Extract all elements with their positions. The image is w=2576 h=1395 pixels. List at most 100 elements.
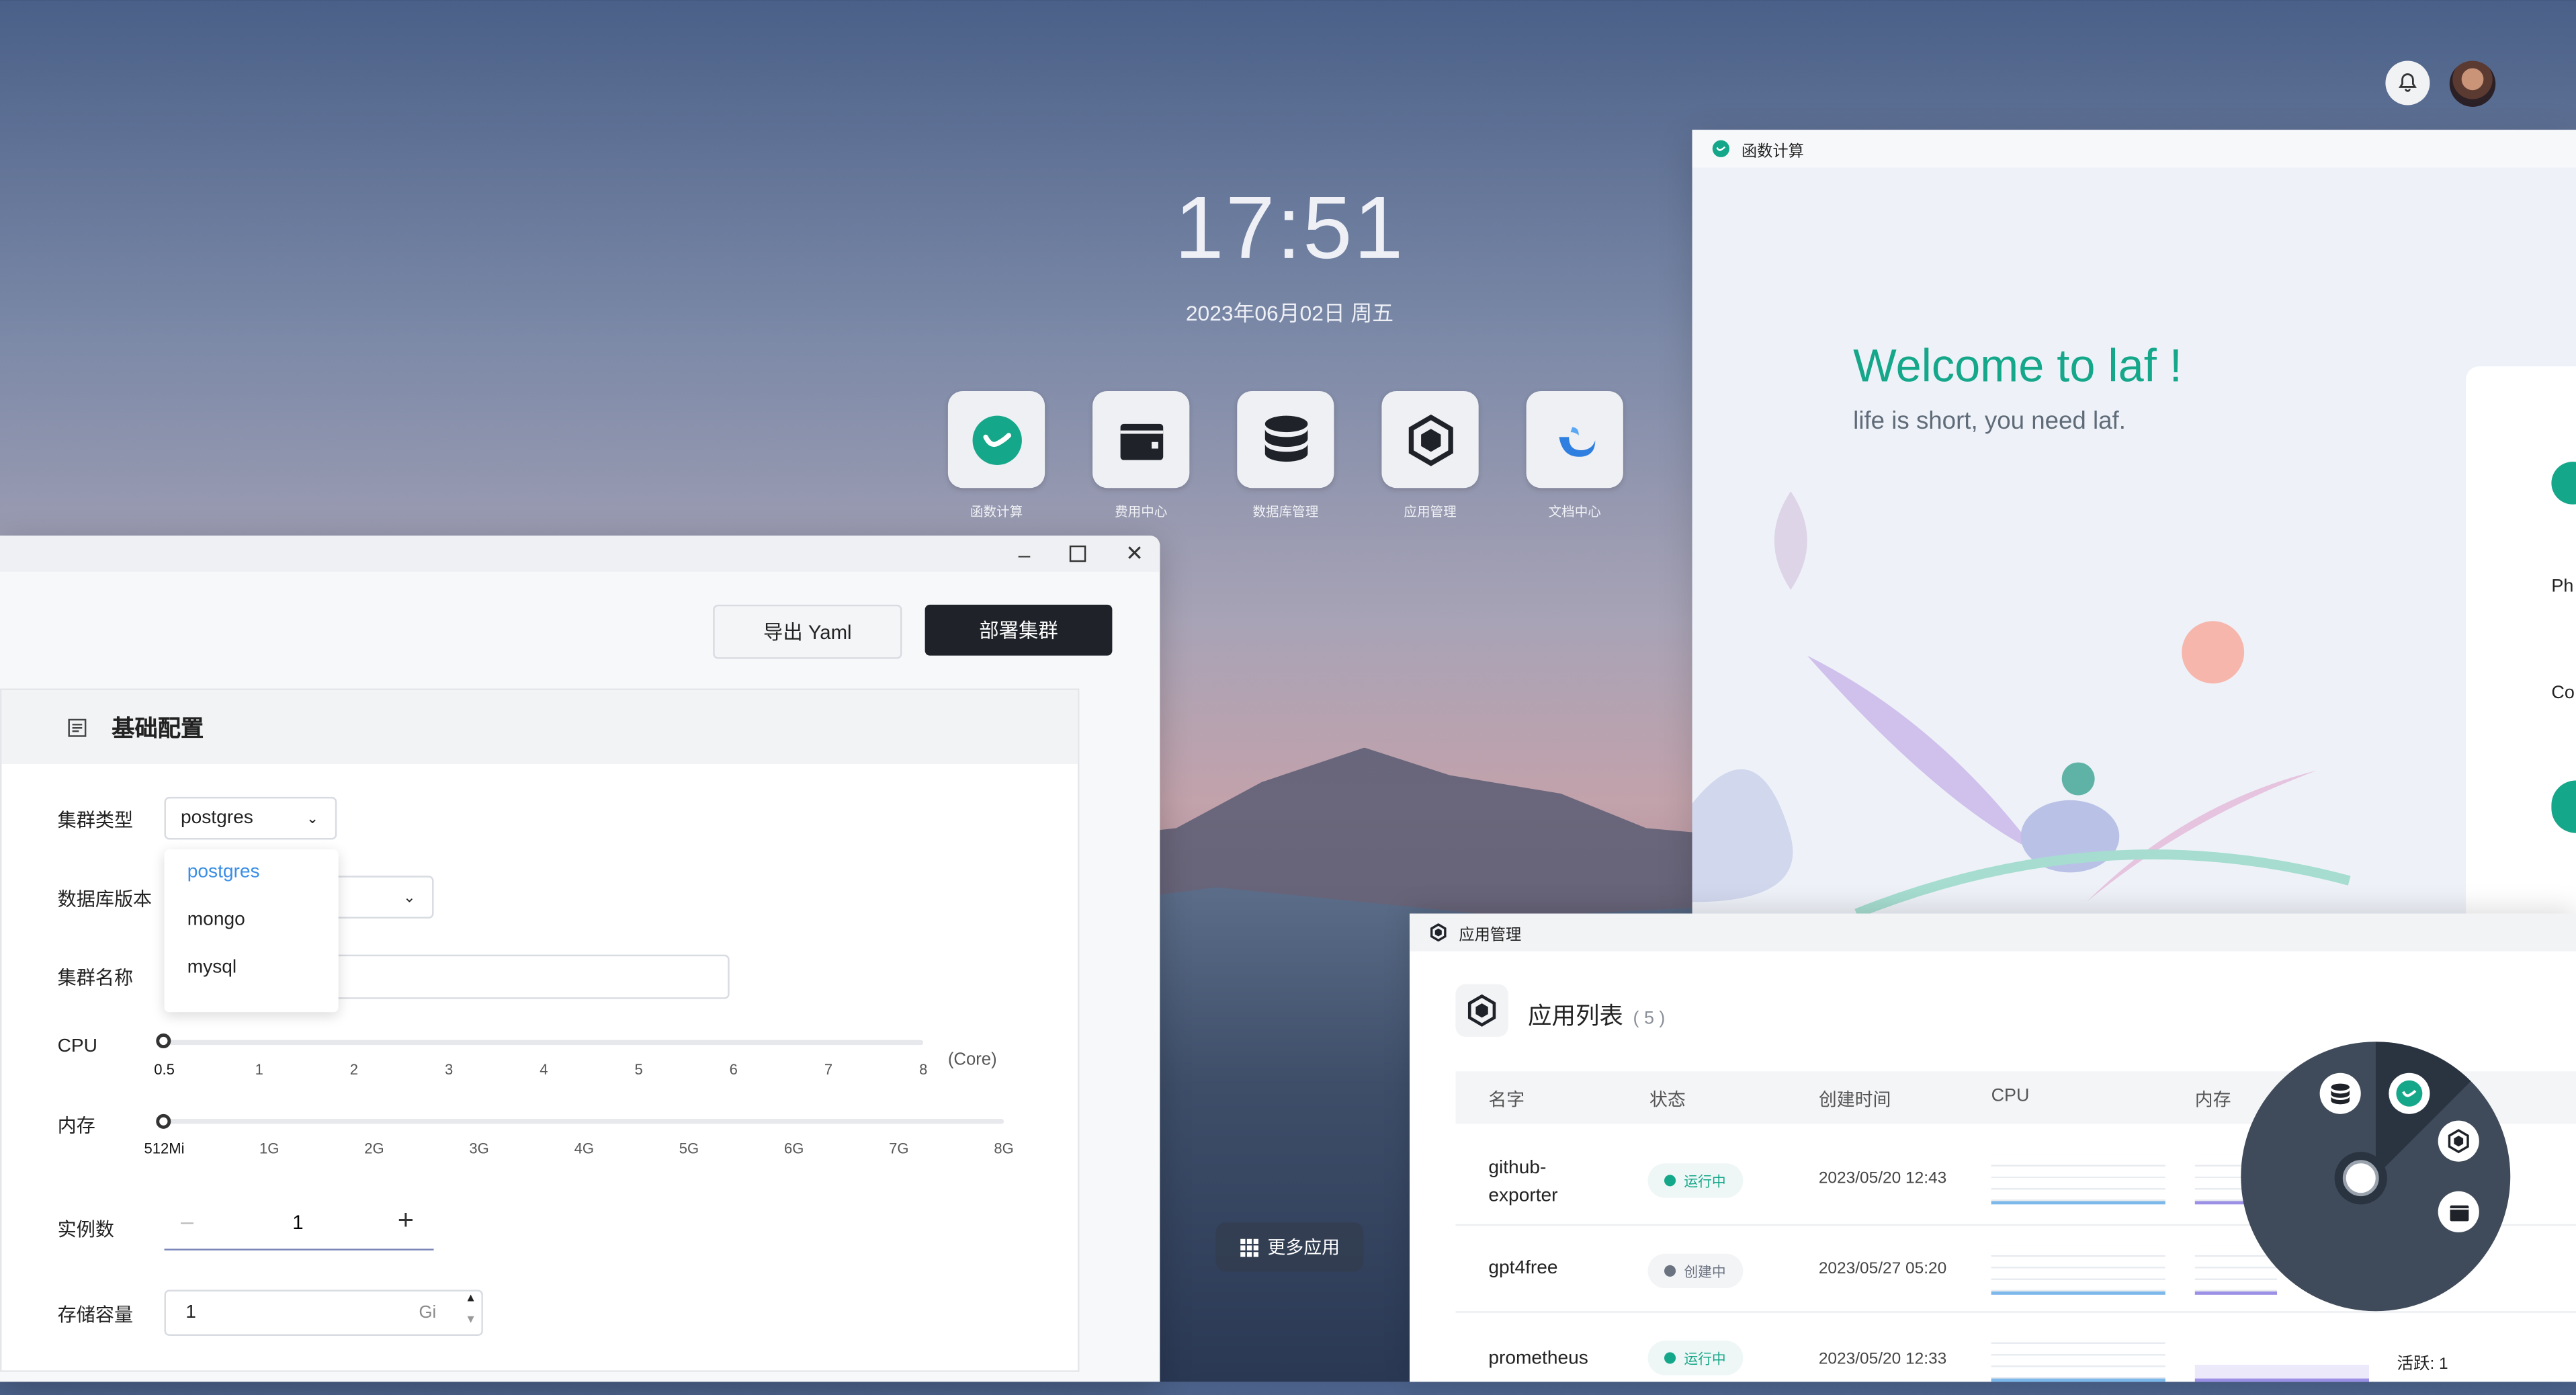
memory-slider-track[interactable] [164, 1119, 1004, 1124]
cluster-type-select[interactable]: postgres ⌄ [164, 796, 337, 840]
laf-card-button[interactable] [2551, 780, 2576, 833]
dock-app-laf[interactable]: 函数计算 [947, 390, 1045, 521]
laf-window-title: 函数计算 [1741, 142, 1804, 161]
laf-card-text: Ph [2551, 577, 2574, 597]
slider-tick-label: 7G [889, 1140, 909, 1157]
laf-icon[interactable] [947, 390, 1045, 489]
radial-center-button[interactable] [2334, 1152, 2387, 1205]
spinner-down-icon[interactable]: ▼ [465, 1314, 476, 1326]
docs-icon[interactable] [1526, 390, 1623, 489]
radial-app-launcher[interactable] [2241, 1042, 2511, 1312]
column-header: 名字 [1488, 1091, 1525, 1111]
app-name: gpt4free [1488, 1259, 1558, 1279]
dropdown-option[interactable]: mongo [165, 897, 339, 945]
cpu-slider-handle[interactable] [156, 1033, 171, 1049]
dock-app-billing[interactable]: 费用中心 [1092, 390, 1190, 521]
export-yaml-button[interactable]: 导出 Yaml [713, 604, 902, 659]
database-window-titlebar[interactable] [0, 536, 1160, 572]
user-avatar[interactable] [2449, 60, 2496, 107]
app-list-title-text: 应用列表 [1528, 1004, 1623, 1031]
status-badge: 创建中 [1647, 1253, 1743, 1289]
app-hexagon-icon [1430, 923, 1447, 942]
minus-icon[interactable]: – [181, 1208, 194, 1234]
dock-app-label: 函数计算 [970, 504, 1023, 519]
app-hexagon-icon [1467, 994, 1496, 1027]
replicas-stepper[interactable]: – 1 + [164, 1204, 434, 1251]
plus-icon[interactable]: + [398, 1204, 414, 1237]
document-icon [68, 718, 87, 736]
app-list-title: 应用列表 ( 5 ) [1528, 997, 1665, 1031]
storage-input[interactable]: 1 Gi ▲ ▼ [164, 1290, 483, 1336]
app-window-title: 应用管理 [1459, 925, 1522, 944]
minimize-icon[interactable]: – [1019, 542, 1031, 566]
cpu-unit: (Core) [947, 1050, 997, 1070]
app-hexagon-icon[interactable] [2438, 1120, 2479, 1162]
deploy-cluster-button[interactable]: 部署集群 [925, 604, 1113, 656]
slider-tick-label: 1 [255, 1061, 263, 1079]
dropdown-option[interactable]: postgres [165, 849, 339, 897]
slider-tick-label: 2G [364, 1140, 384, 1157]
more-apps-label: 更多应用 [1267, 1238, 1340, 1259]
cluster-type-value: postgres [180, 808, 253, 829]
laf-card-logo-icon [2551, 462, 2576, 505]
notification-bell-icon[interactable] [2385, 60, 2430, 105]
cluster-name-label: 集群名称 [57, 969, 134, 990]
storage-value: 1 [185, 1303, 196, 1323]
database-window: – ✕ 导出 Yaml 部署集群 基础配置 集群类型 postgres ⌄ 数据… [0, 536, 1160, 1382]
app-list-count: ( 5 ) [1633, 1009, 1666, 1029]
dock-app-label: 费用中心 [1115, 504, 1168, 519]
spinner-up-icon[interactable]: ▲ [465, 1293, 476, 1304]
more-apps-button[interactable]: 更多应用 [1215, 1222, 1364, 1272]
slider-tick-label: 4 [540, 1061, 548, 1079]
desktop-app-dock: 函数计算 费用中心 数据库管理 应用管理 文档中心 [947, 390, 1623, 521]
dock-app-label: 文档中心 [1548, 504, 1601, 519]
table-row[interactable]: prometheus 运行中 2023/05/20 12:33 活跃: 1 [1455, 1313, 2576, 1395]
slider-tick-label: 7 [824, 1061, 833, 1079]
app-window-titlebar[interactable]: 应用管理 [1409, 913, 2576, 952]
dropdown-option[interactable]: mysql [165, 945, 339, 992]
wallet-icon[interactable] [2438, 1191, 2479, 1232]
basic-config-panel: 基础配置 [0, 688, 1080, 1372]
cpu-slider-track[interactable] [164, 1040, 924, 1046]
column-header: 内存 [2194, 1091, 2231, 1111]
created-time: 2023/05/20 12:43 [1818, 1169, 1947, 1188]
column-header: 状态 [1649, 1091, 1686, 1111]
storage-label: 存储容量 [57, 1306, 134, 1326]
storage-unit: Gi [419, 1303, 437, 1323]
laf-window: 函数计算 Welcome to laf ! life is short, you… [1692, 130, 2576, 914]
slider-tick-label: 6G [783, 1140, 804, 1157]
laf-icon[interactable] [2389, 1072, 2430, 1114]
slider-tick-label: 5G [679, 1140, 699, 1157]
cpu-sparkline [1991, 1245, 2165, 1295]
dock-app-docs[interactable]: 文档中心 [1526, 390, 1623, 521]
column-header: CPU [1991, 1086, 2030, 1106]
desktop-clock: 17:51 [1174, 179, 1405, 278]
close-icon[interactable]: ✕ [1125, 540, 1144, 566]
slider-tick-label: 5 [634, 1061, 643, 1079]
memory-slider-handle[interactable] [156, 1113, 171, 1129]
laf-card-text: Co [2551, 683, 2575, 704]
dock-app-database[interactable]: 数据库管理 [1237, 390, 1334, 521]
app-hexagon-icon[interactable] [1381, 390, 1479, 489]
replicas-value: 1 [292, 1211, 304, 1234]
cpu-label: CPU [57, 1036, 97, 1057]
wallet-icon[interactable] [1092, 390, 1190, 489]
window-controls: – ✕ [1019, 536, 1144, 572]
slider-tick-label: 8 [919, 1061, 928, 1079]
status-badge: 运行中 [1647, 1341, 1743, 1376]
grid-icon [1239, 1238, 1258, 1257]
database-icon[interactable] [2319, 1072, 2361, 1114]
created-time: 2023/05/27 05:20 [1818, 1260, 1947, 1279]
slider-tick-label: 3 [445, 1061, 454, 1079]
slider-tick-label: 2 [349, 1061, 359, 1079]
status-badge: 运行中 [1647, 1163, 1743, 1198]
dock-app-app-manager[interactable]: 应用管理 [1381, 390, 1479, 521]
laf-window-titlebar[interactable]: 函数计算 [1692, 130, 2576, 168]
app-name: github-exporter [1488, 1158, 1558, 1206]
slider-tick-label: 8G [994, 1140, 1014, 1157]
maximize-icon[interactable] [1070, 545, 1086, 562]
database-icon[interactable] [1237, 390, 1334, 489]
welcome-tagline: life is short, you need laf. [1853, 407, 2126, 435]
replicas-label: 实例数 [57, 1220, 114, 1241]
slider-tick-label: 4G [574, 1140, 594, 1157]
